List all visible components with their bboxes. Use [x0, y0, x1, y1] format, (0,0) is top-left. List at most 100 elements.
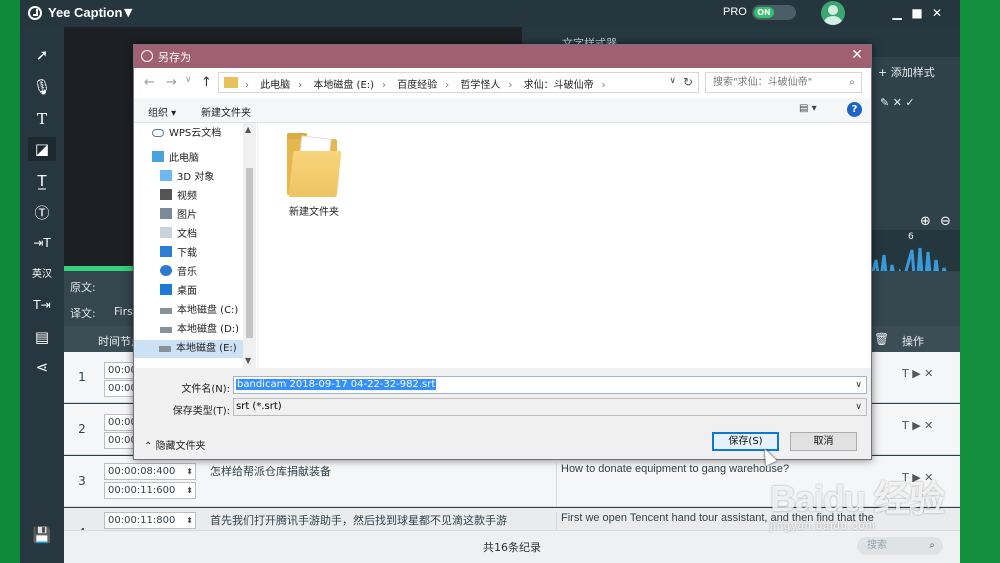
- row-actions[interactable]: T ▶ ✕: [902, 419, 933, 432]
- nav-item-this-pc[interactable]: 此电脑: [152, 150, 199, 168]
- refresh-icon[interactable]: ↻: [683, 75, 693, 89]
- nav-item-label: 音乐: [177, 267, 197, 278]
- nav-item-label: 文档: [177, 229, 197, 240]
- history-chevron-icon[interactable]: ∨: [185, 75, 192, 85]
- maximize-icon[interactable]: ■: [908, 4, 926, 22]
- nav-item-3d-objects[interactable]: 3D 对象: [160, 169, 214, 187]
- minimize-icon[interactable]: ▁: [888, 4, 906, 22]
- style-edit-actions[interactable]: ✎ ✕ ✓: [880, 96, 915, 109]
- dialog-title-bar[interactable]: 另存为 ✕: [134, 45, 871, 68]
- computer-icon: [152, 151, 164, 162]
- text-tool-icon[interactable]: T: [28, 107, 56, 131]
- breadcrumb-separator[interactable]: ›: [382, 80, 386, 91]
- text-box-icon[interactable]: Ⓣ: [28, 201, 56, 225]
- user-avatar-icon[interactable]: [821, 1, 845, 25]
- nav-item-downloads[interactable]: 下载: [160, 245, 197, 263]
- translation-label: 译文:: [70, 307, 96, 320]
- address-dropdown-icon[interactable]: ∨: [669, 76, 676, 86]
- nav-item-drive-e[interactable]: 本地磁盘 (E:): [134, 340, 244, 358]
- filetype-select[interactable]: srt (*.srt) ∨: [233, 398, 867, 416]
- nav-item-documents[interactable]: 文档: [160, 226, 197, 244]
- add-style-button[interactable]: + 添加样式: [878, 64, 935, 80]
- spinner-icon[interactable]: ⬍: [186, 513, 193, 528]
- app-menu-chevron-down-icon[interactable]: ▼: [124, 6, 132, 19]
- scroll-up-icon[interactable]: ▲: [245, 125, 251, 134]
- breadcrumb-separator[interactable]: ›: [602, 80, 606, 91]
- folder-icon[interactable]: [287, 133, 342, 199]
- search-icon[interactable]: ⌕: [849, 73, 855, 92]
- folder-name[interactable]: 新建文件夹: [276, 203, 352, 218]
- dialog-close-icon[interactable]: ✕: [851, 47, 863, 63]
- organize-menu[interactable]: 组织 ▾: [148, 104, 176, 119]
- breadcrumb-item[interactable]: 百度经验: [397, 80, 437, 91]
- navigation-scrollbar[interactable]: ▲ ▼: [243, 123, 256, 368]
- mic-icon[interactable]: 🎙: [28, 75, 56, 99]
- nav-item-drive-d[interactable]: 本地磁盘 (D:): [160, 321, 239, 339]
- scrollbar-thumb[interactable]: [246, 168, 253, 338]
- filename-dropdown-icon[interactable]: ∨: [855, 377, 862, 393]
- nav-item-wps-cloud[interactable]: WPS云文档: [152, 125, 221, 143]
- breadcrumb-separator[interactable]: ›: [445, 80, 449, 91]
- nav-item-pictures[interactable]: 图片: [160, 207, 197, 225]
- address-bar[interactable]: › 此电脑 › 本地磁盘 (E:) › 百度经验 › 哲学怪人 › 求仙：斗破仙帝 › ∨…: [218, 72, 699, 93]
- search-icon[interactable]: ⌕: [929, 537, 935, 555]
- hide-folders-toggle[interactable]: ⌃ 隐藏文件夹: [144, 437, 206, 452]
- breadcrumb-separator[interactable]: ›: [508, 80, 512, 91]
- crop-tool-icon[interactable]: ◪: [28, 137, 56, 161]
- start-time-input[interactable]: 00:00:11:800 ⬍: [104, 512, 196, 529]
- music-icon: [160, 265, 172, 276]
- voice-text-icon[interactable]: T̲: [28, 169, 56, 193]
- breadcrumb-item[interactable]: 此电脑: [260, 80, 290, 91]
- breadcrumb-item[interactable]: 本地磁盘 (E:): [313, 80, 374, 91]
- start-time-input[interactable]: 00:00:08:400 ⬍: [104, 463, 196, 480]
- spinner-icon[interactable]: ⬍: [186, 483, 193, 498]
- save-icon[interactable]: 💾: [28, 523, 56, 547]
- forward-arrow-icon[interactable]: →: [166, 75, 177, 90]
- breadcrumb-item[interactable]: 求仙：斗破仙帝: [524, 80, 594, 91]
- filetype-dropdown-icon[interactable]: ∨: [855, 399, 862, 415]
- search-placeholder: 搜索: [867, 540, 887, 551]
- nav-item-desktop[interactable]: 桌面: [160, 283, 197, 301]
- spinner-icon[interactable]: ⬍: [186, 464, 193, 479]
- back-arrow-icon[interactable]: ←: [144, 75, 155, 90]
- breadcrumb-separator[interactable]: ›: [298, 80, 302, 91]
- nav-item-label: 本地磁盘 (C:): [177, 305, 239, 316]
- search-input[interactable]: 搜索 ⌕: [857, 537, 943, 555]
- end-time-input[interactable]: 00:00:11:600 ⬍: [104, 482, 196, 499]
- pro-toggle[interactable]: ON: [752, 5, 796, 20]
- translated-text[interactable]: How to donate equipment to gang warehous…: [556, 463, 900, 507]
- table-row[interactable]: 3 00:00:08:400 ⬍ 00:00:11:600 ⬍ 怎样给帮派仓库捐献装…: [64, 456, 960, 507]
- source-text[interactable]: 怎样给帮派仓库捐献装备: [210, 463, 550, 479]
- nav-item-music[interactable]: 音乐: [160, 264, 197, 282]
- video-icon: [160, 189, 172, 200]
- source-text[interactable]: 首先我们打开腾讯手游助手，然后找到球星都不见滴这款手游: [210, 512, 550, 528]
- up-arrow-icon[interactable]: ↑: [201, 75, 212, 90]
- filename-value[interactable]: bandicam 2018-09-17 04-22-32-982.srt: [236, 379, 437, 390]
- filename-field[interactable]: bandicam 2018-09-17 04-22-32-982.srt ∨: [233, 376, 867, 394]
- help-icon[interactable]: ?: [847, 102, 862, 117]
- zoom-out-icon[interactable]: ⊖: [940, 214, 951, 229]
- breadcrumb-item[interactable]: 哲学怪人: [460, 80, 500, 91]
- nav-item-videos[interactable]: 视频: [160, 188, 197, 206]
- close-icon[interactable]: ✕: [928, 4, 946, 22]
- film-icon[interactable]: ▤: [28, 325, 56, 349]
- cancel-button[interactable]: 取消: [790, 432, 857, 451]
- share-icon[interactable]: ⋖: [28, 355, 56, 379]
- view-options-icon[interactable]: ▤ ▾: [799, 103, 817, 114]
- app-logo-icon: [28, 6, 42, 20]
- row-actions[interactable]: T ▶ ✕: [902, 471, 933, 484]
- scroll-down-icon[interactable]: ▼: [245, 356, 251, 365]
- insert-text-icon[interactable]: ⇥T: [28, 231, 56, 255]
- text-export-icon[interactable]: T⇥: [28, 293, 56, 317]
- nav-item-label: 视频: [177, 191, 197, 202]
- dialog-search-input[interactable]: 搜索"求仙：斗破仙帝" ⌕: [705, 72, 862, 93]
- delete-all-icon[interactable]: 🗑: [874, 332, 889, 346]
- translate-icon[interactable]: 英汉: [28, 263, 56, 287]
- new-folder-button[interactable]: 新建文件夹: [201, 104, 251, 119]
- cursor-tool-icon[interactable]: ➚: [28, 43, 56, 67]
- nav-item-drive-c[interactable]: 本地磁盘 (C:): [160, 302, 238, 320]
- end-time-value: 00:00:11:600: [108, 485, 176, 496]
- row-actions[interactable]: T ▶ ✕: [902, 367, 933, 380]
- zoom-in-icon[interactable]: ⊕: [920, 214, 931, 229]
- hide-folders-label: 隐藏文件夹: [155, 441, 206, 452]
